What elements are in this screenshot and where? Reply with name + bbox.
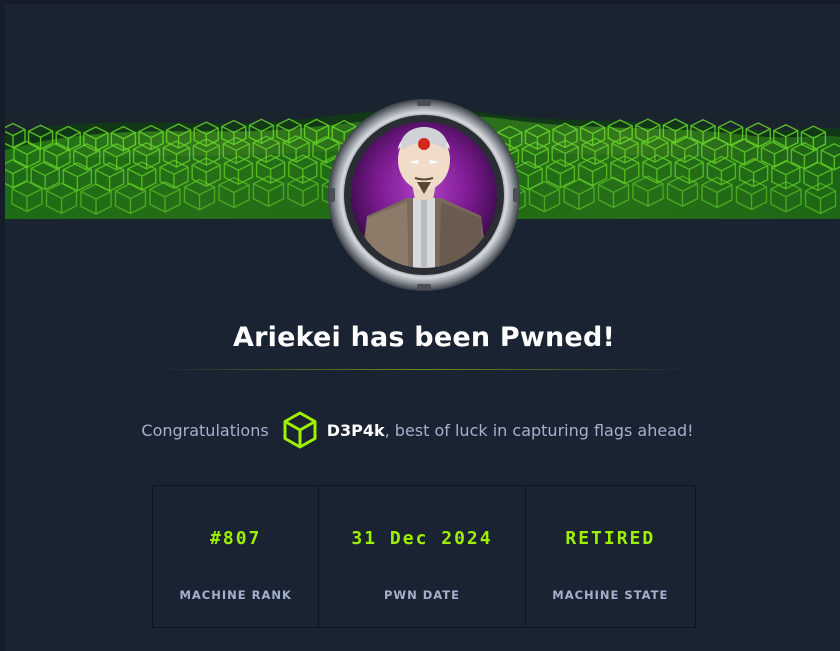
stat-pwn-date: 31 Dec 2024 PWN DATE bbox=[319, 486, 526, 627]
machine-avatar-ariekei-icon bbox=[328, 99, 520, 291]
stat-value: 31 Dec 2024 bbox=[351, 528, 493, 549]
machine-avatar bbox=[327, 98, 521, 292]
stats-panel: #807 MACHINE RANK 31 Dec 2024 PWN DATE R… bbox=[152, 485, 696, 628]
congrats-suffix: , best of luck in capturing flags ahead! bbox=[384, 420, 694, 440]
stat-label: MACHINE RANK bbox=[179, 588, 292, 602]
stat-machine-state: RETIRED MACHINE STATE bbox=[526, 486, 695, 627]
page-title: Ariekei has been Pwned! bbox=[233, 322, 615, 353]
stat-label: MACHINE STATE bbox=[552, 588, 669, 602]
hexagon-cube-icon bbox=[281, 410, 319, 450]
stat-label: PWN DATE bbox=[384, 588, 460, 602]
stat-value: RETIRED bbox=[565, 528, 656, 549]
title-divider bbox=[150, 369, 695, 370]
stat-machine-rank: #807 MACHINE RANK bbox=[153, 486, 320, 627]
username-link[interactable]: D3P4k bbox=[327, 421, 385, 440]
congratulations-message: Congratulations D3P4k , best of luck in … bbox=[0, 408, 835, 452]
congrats-prefix: Congratulations bbox=[141, 420, 269, 440]
stat-value: #807 bbox=[210, 528, 262, 549]
top-border bbox=[0, 0, 840, 4]
